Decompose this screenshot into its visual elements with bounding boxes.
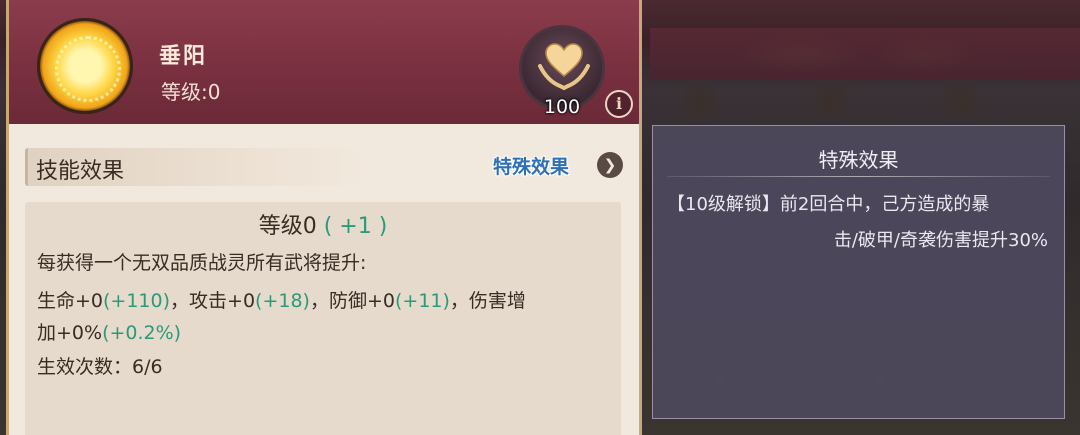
def-bonus: (+11) xyxy=(394,290,450,312)
atk-base: ，攻击+0 xyxy=(170,290,256,312)
tooltip-line-2: 击/破甲/奇袭伤害提升30% xyxy=(833,230,1048,251)
special-effect-tooltip: 特殊效果 【10级解锁】前2回合中，己方造成的暴 击/破甲/奇袭伤害提升30% xyxy=(652,125,1065,419)
skill-level-line: 等级0 ( +1 ) xyxy=(25,208,621,240)
spirit-name: 垂阳 xyxy=(159,44,208,69)
skill-section-label: 技能效果 xyxy=(36,159,125,184)
tooltip-title: 特殊效果 xyxy=(818,148,899,172)
tooltip-line-1: 【10级解锁】前2回合中，己方造成的暴 xyxy=(667,194,990,215)
spirit-detail-panel: 垂阳 等级:0 100 i 技能效果 特殊效果 ❯ 等级0 ( +1 ) 每获得… xyxy=(6,0,642,435)
skill-level-bonus: ( +1 ) xyxy=(323,214,388,239)
info-icon[interactable]: i xyxy=(605,90,633,118)
chevron-right-icon[interactable]: ❯ xyxy=(597,152,623,178)
hp-bonus: (+110) xyxy=(103,290,171,312)
heart-count: 100 xyxy=(543,96,581,118)
skill-desc-line-1: 每获得一个无双品质战灵所有武将提升: xyxy=(37,252,367,274)
skill-effect-box: 等级0 ( +1 ) 每获得一个无双品质战灵所有武将提升: 生命+0(+110)… xyxy=(25,202,621,435)
def-base: ，防御+0 xyxy=(309,290,395,312)
skill-section-tab: 技能效果 xyxy=(25,148,373,186)
dmg-bonus: (+0.2%) xyxy=(102,322,182,344)
special-effect-link[interactable]: 特殊效果 xyxy=(493,152,569,179)
skill-level-label: 等级0 xyxy=(258,214,317,239)
dmg-base: 加+0% xyxy=(37,322,103,344)
skill-desc-line-3: 加+0%(+0.2%) xyxy=(37,318,181,345)
skill-body: 技能效果 特殊效果 ❯ 等级0 ( +1 ) 每获得一个无双品质战灵所有武将提升… xyxy=(9,124,639,435)
hp-base: 生命+0 xyxy=(37,290,104,312)
skill-desc-line-2: 生命+0(+110)，攻击+0(+18)，防御+0(+11)，伤害增 xyxy=(37,286,526,313)
sun-icon xyxy=(37,18,133,114)
heart-hands-icon xyxy=(538,43,590,91)
dmg-label: ，伤害增 xyxy=(449,290,526,312)
atk-bonus: (+18) xyxy=(255,290,310,312)
spirit-level: 等级:0 xyxy=(161,80,221,104)
skill-effect-count: 生效次数：6/6 xyxy=(37,356,163,378)
spirit-header: 垂阳 等级:0 100 i xyxy=(9,0,639,127)
tooltip-divider xyxy=(667,176,1050,177)
background-toolbar xyxy=(650,28,1080,80)
